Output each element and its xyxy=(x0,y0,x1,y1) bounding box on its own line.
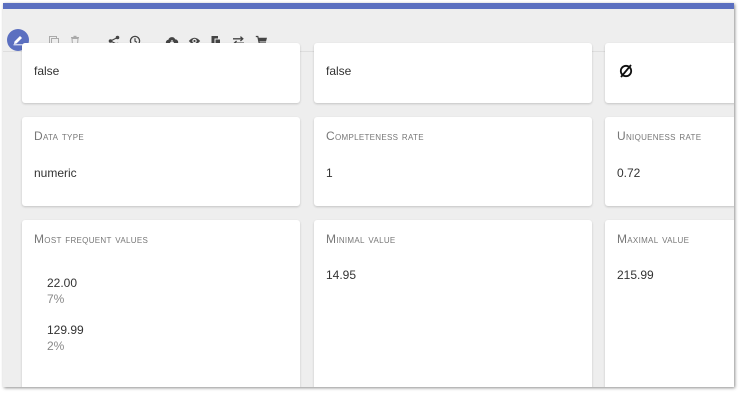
minimal-value: 14.95 xyxy=(326,268,357,282)
uniqueness-value: 0.72 xyxy=(617,166,641,180)
completeness-card: Completeness rate 1 xyxy=(314,117,592,206)
maximal-value-card: Maximal value 215.99 xyxy=(605,220,734,387)
frequent-value: 129.99 xyxy=(47,323,84,337)
completeness-label: Completeness rate xyxy=(326,129,424,143)
data-type-card: Data type numeric xyxy=(22,117,300,206)
uniqueness-card: Uniqueness rate 0.72 xyxy=(605,117,734,206)
frequent-values-label: Most frequent values xyxy=(34,232,149,246)
property-card-3 xyxy=(605,43,734,103)
property-card-1: false xyxy=(22,43,300,103)
frequent-value-percent: 7% xyxy=(47,292,65,306)
data-type-value: numeric xyxy=(34,166,77,180)
minimal-value-card: Minimal value 14.95 xyxy=(314,220,592,387)
frequent-values-card: Most frequent values 22.00 7% 129.99 2% xyxy=(22,220,300,387)
property-value: false xyxy=(34,64,60,78)
minimal-value-label: Minimal value xyxy=(326,232,396,246)
frequent-value-percent: 2% xyxy=(47,339,65,353)
empty-set-icon xyxy=(619,64,633,78)
property-value: false xyxy=(326,64,352,78)
app-window: false false Data type numeric Completene… xyxy=(3,3,734,387)
completeness-value: 1 xyxy=(326,166,333,180)
maximal-value: 215.99 xyxy=(617,268,654,282)
data-type-label: Data type xyxy=(34,129,84,143)
property-card-2: false xyxy=(314,43,592,103)
maximal-value-label: Maximal value xyxy=(617,232,690,246)
frequent-value: 22.00 xyxy=(47,276,78,290)
uniqueness-label: Uniqueness rate xyxy=(617,129,702,143)
